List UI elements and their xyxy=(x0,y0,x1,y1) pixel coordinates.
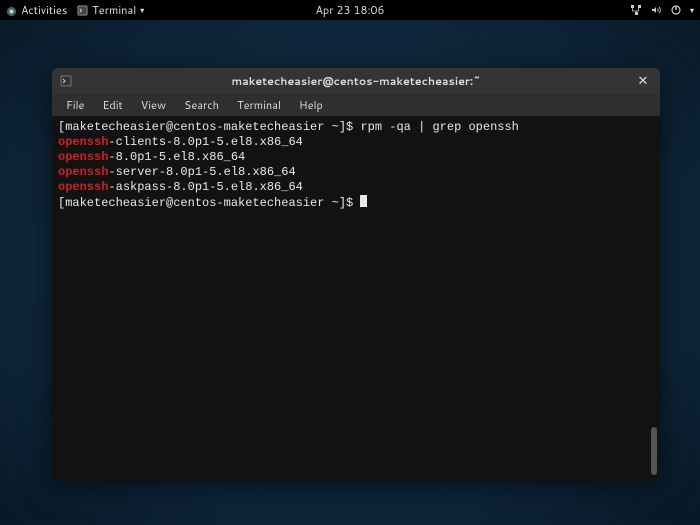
menu-search[interactable]: Search xyxy=(176,95,227,115)
scrollbar-thumb[interactable] xyxy=(651,427,657,475)
clock-label: Apr 23 18:06 xyxy=(315,2,384,18)
chevron-down-icon: ▾ xyxy=(140,4,144,16)
output-line: -askpass-8.0p1-5.el8.x86_64 xyxy=(108,180,302,194)
window-titlebar[interactable]: maketecheasier@centos-maketecheasier:~ ✕ xyxy=(52,68,660,94)
menu-view[interactable]: View xyxy=(133,95,174,115)
activities-button[interactable]: Activities xyxy=(6,2,67,18)
app-menu-button[interactable]: Terminal ▾ xyxy=(77,2,144,18)
grep-match: openssh xyxy=(58,165,108,179)
output-line: -8.0p1-5.el8.x86_64 xyxy=(108,150,245,164)
grep-match: openssh xyxy=(58,150,108,164)
terminal-icon xyxy=(60,75,72,87)
output-line: -clients-8.0p1-5.el8.x86_64 xyxy=(108,135,302,149)
menu-help[interactable]: Help xyxy=(291,95,331,115)
chevron-down-icon[interactable]: ▾ xyxy=(690,4,694,16)
app-menu-label: Terminal xyxy=(92,2,136,18)
activities-label: Activities xyxy=(21,2,67,18)
distro-logo-icon xyxy=(6,5,17,16)
power-icon[interactable] xyxy=(670,4,682,16)
gnome-top-panel: Activities Terminal ▾ Apr 23 18:06 ▾ xyxy=(0,0,700,20)
terminal-window: maketecheasier@centos-maketecheasier:~ ✕… xyxy=(52,68,660,481)
cursor xyxy=(360,195,367,207)
volume-icon[interactable] xyxy=(650,4,662,16)
prompt: [maketecheasier@centos-maketecheasier ~]… xyxy=(58,196,360,210)
grep-match: openssh xyxy=(58,135,108,149)
clock-button[interactable]: Apr 23 18:06 xyxy=(315,2,384,18)
grep-match: openssh xyxy=(58,180,108,194)
close-button[interactable]: ✕ xyxy=(634,72,652,90)
network-icon[interactable] xyxy=(630,4,642,16)
command-text: rpm -qa | grep openssh xyxy=(360,120,518,134)
window-title: maketecheasier@centos-maketecheasier:~ xyxy=(231,73,480,89)
output-line: -server-8.0p1-5.el8.x86_64 xyxy=(108,165,295,179)
prompt: [maketecheasier@centos-maketecheasier ~]… xyxy=(58,120,360,134)
menu-file[interactable]: File xyxy=(58,95,92,115)
close-icon: ✕ xyxy=(638,72,649,90)
terminal-icon xyxy=(77,5,88,16)
menubar: File Edit View Search Terminal Help xyxy=(52,94,660,116)
terminal-viewport[interactable]: [maketecheasier@centos-maketecheasier ~]… xyxy=(52,116,660,481)
menu-edit[interactable]: Edit xyxy=(94,95,130,115)
menu-terminal[interactable]: Terminal xyxy=(229,95,289,115)
